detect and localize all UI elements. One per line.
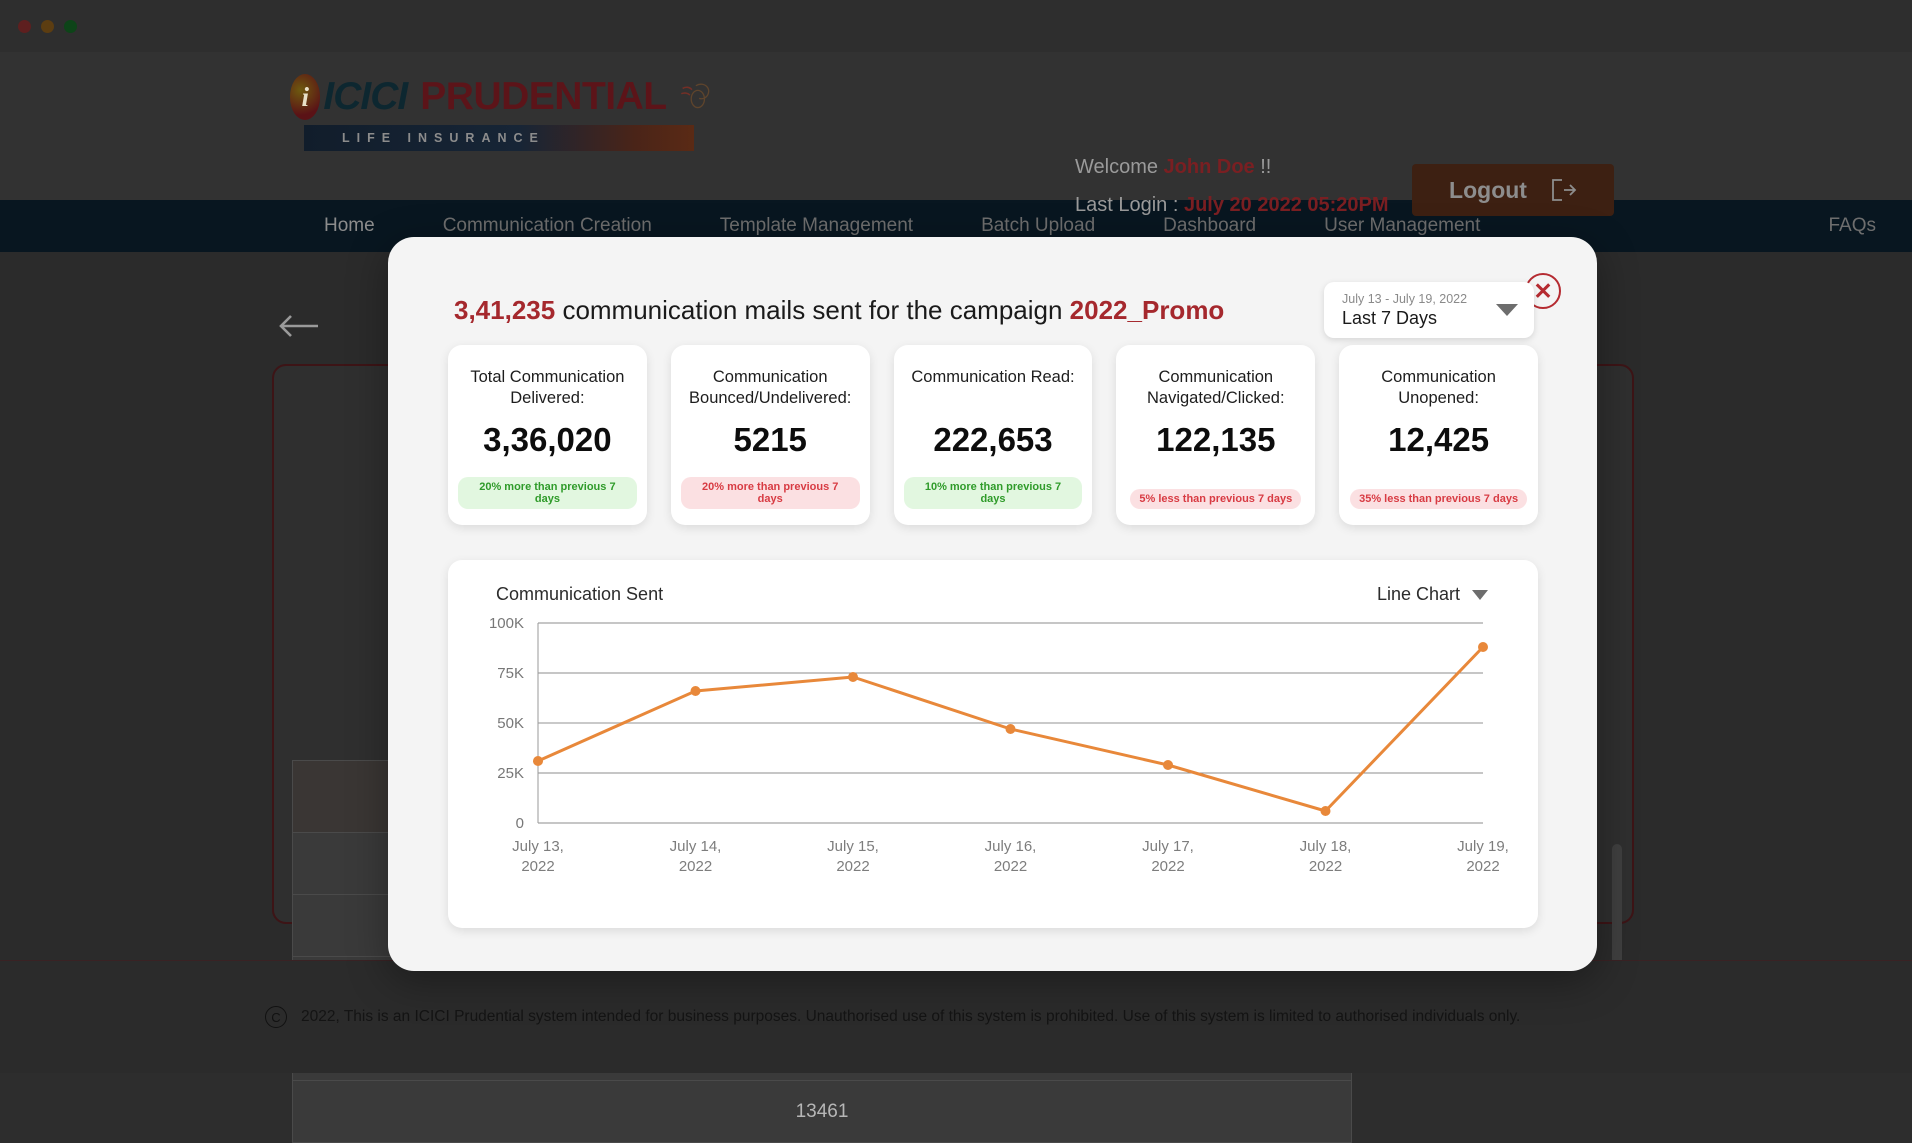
modal-title-count: 3,41,235 [454, 294, 556, 325]
brand-name-primary: ICICI [323, 75, 408, 118]
cell-cid: 13461 [292, 1080, 1352, 1143]
data-point[interactable] [1320, 806, 1331, 816]
nav-item-communication-creation[interactable]: Communication Creation [409, 215, 686, 237]
icici-mark-icon: i [290, 74, 321, 120]
stat-card-bounced-undelivered[interactable]: Communication Bounced/Undelivered: 5215 … [670, 345, 870, 525]
nav-item-home[interactable]: Home [290, 215, 409, 237]
line-chart: 0 25K 50K 75K 100K July 13, 2022 July 14, 2022 Ju… [448, 605, 1538, 895]
stat-card-read[interactable]: Communication Read: 222,653 10% more tha… [893, 345, 1093, 525]
welcome-suffix: !! [1254, 156, 1272, 178]
date-range-label: Last 7 Days [1342, 307, 1438, 328]
data-point[interactable] [690, 686, 701, 696]
last-login-label: Last Login : [1075, 194, 1184, 216]
data-point[interactable] [848, 672, 858, 682]
chart-title: Communication Sent [496, 584, 664, 604]
window-minimize-button[interactable] [41, 19, 54, 33]
chevron-down-icon [1496, 304, 1518, 316]
stat-card-label: Communication Unopened: [1381, 368, 1496, 408]
last-login-line: Last Login : July 20 2022 05:20PM [1075, 186, 1389, 224]
chevron-down-icon [1472, 589, 1488, 600]
stat-card-badge: 10% more than previous 7 days [903, 477, 1083, 509]
x-axis-tick-label: July 13, 2022 [512, 838, 564, 875]
nav-item-faqs[interactable]: FAQs [1794, 215, 1912, 237]
x-axis-tick-label: July 16, 2022 [985, 838, 1037, 875]
stat-card-value: 12,425 [1388, 421, 1490, 458]
stat-card-badge: 20% more than previous 7 days [458, 477, 637, 509]
modal-title: 3,41,235 communication mails sent for th… [454, 295, 1224, 326]
page-footer: C 2022, This is an ICICI Prudential syst… [0, 960, 1912, 1073]
campaign-stats-modal: ✕ 3,41,235 communication mails sent for … [388, 237, 1597, 971]
chart-header: Communication Sent Line Chart [448, 560, 1538, 605]
stat-card-badge: 20% more than previous 7 days [680, 477, 860, 509]
stat-card-label: Communication Bounced/Undelivered: [689, 368, 852, 408]
data-point[interactable] [533, 756, 543, 766]
user-name: John Doe [1163, 156, 1255, 178]
data-point[interactable] [1005, 724, 1016, 734]
y-axis-tick-label: 50K [497, 715, 524, 732]
stat-card-label: Communication Navigated/Clicked: [1147, 368, 1285, 408]
logout-button[interactable]: Logout [1412, 164, 1614, 216]
date-range-value: July 13 - July 19, 2022 [1342, 291, 1468, 306]
date-range-selector[interactable]: July 13 - July 19, 2022 Last 7 Days [1324, 282, 1534, 338]
x-axis-tick-label: July 15, 2022 [827, 838, 879, 875]
stat-card-label: Communication Read: [911, 368, 1075, 386]
x-axis-tick-label: July 14, 2022 [670, 838, 722, 875]
y-axis-tick-label: 75K [497, 665, 524, 682]
chart-type-label: Line Chart [1376, 584, 1460, 604]
stat-card-value: 3,36,020 [483, 421, 612, 458]
stat-card-badge: 35% less than previous 7 days [1350, 489, 1528, 509]
window-titlebar [0, 0, 1912, 52]
chart-type-selector[interactable]: Line Chart [1377, 584, 1488, 605]
y-axis-tick-label: 25K [497, 765, 524, 782]
stat-card-value: 222,653 [933, 421, 1053, 458]
x-axis-tick-label: July 18, 2022 [1300, 838, 1352, 875]
modal-title-campaign: 2022_Promo [1069, 294, 1225, 325]
y-axis-tick-label: 100K [489, 615, 524, 632]
brand-logo[interactable]: i ICICI PRUDENTIAL LIFE INSURANCE [290, 74, 710, 151]
stat-card-value: 5215 [733, 421, 807, 458]
modal-title-middle: communication mails sent for the campaig… [555, 294, 1070, 325]
x-axis-tick-label: July 17, 2022 [1142, 838, 1194, 875]
line-chart-svg: 0 25K 50K 75K 100K July 13, 2022 July 14, 2022 Ju… [489, 615, 1509, 875]
back-arrow-icon[interactable] [278, 312, 320, 340]
last-login-value: July 20 2022 05:20PM [1183, 194, 1389, 216]
stat-card-total-delivered[interactable]: Total Communication Delivered: 3,36,020 … [448, 345, 647, 525]
data-point[interactable] [1163, 760, 1173, 770]
stat-card-badge: 5% less than previous 7 days [1130, 489, 1302, 509]
table-row[interactable]: 13461 [292, 1080, 1352, 1143]
stat-cards: Total Communication Delivered: 3,36,020 … [448, 345, 1538, 525]
stat-card-value: 122,135 [1156, 421, 1276, 458]
prudential-face-icon [680, 83, 709, 109]
stat-card-label: Total Communication Delivered: [470, 368, 625, 408]
logout-icon [1552, 179, 1577, 201]
copyright-icon: C [265, 1006, 287, 1028]
nav-item-template-management[interactable]: Template Management [686, 215, 947, 237]
welcome-line: Welcome John Doe !! [1075, 148, 1389, 186]
welcome-block: Welcome John Doe !! Last Login : July 20… [1075, 148, 1389, 224]
welcome-prefix: Welcome [1075, 156, 1164, 178]
y-axis-tick-label: 0 [516, 815, 524, 832]
stat-card-navigated-clicked[interactable]: Communication Navigated/Clicked: 122,135… [1116, 345, 1316, 525]
chart-panel: Communication Sent Line Chart 0 25K 50K 75K… [448, 560, 1538, 928]
logout-label: Logout [1449, 176, 1527, 203]
x-axis-tick-label: July 19, 2022 [1457, 838, 1509, 875]
data-point[interactable] [1478, 642, 1488, 652]
brand-header: i ICICI PRUDENTIAL LIFE INSURANCE Welcom… [0, 52, 1912, 216]
footer-text: 2022, This is an ICICI Prudential system… [301, 1008, 1521, 1025]
window-maximize-button[interactable] [64, 19, 77, 33]
brand-tagline: LIFE INSURANCE [304, 125, 694, 151]
stat-card-unopened[interactable]: Communication Unopened: 12,425 35% less … [1339, 345, 1538, 525]
modal-header: 3,41,235 communication mails sent for th… [454, 282, 1534, 338]
brand-name-secondary: PRUDENTIAL [420, 75, 667, 118]
window-close-button[interactable] [18, 19, 31, 33]
